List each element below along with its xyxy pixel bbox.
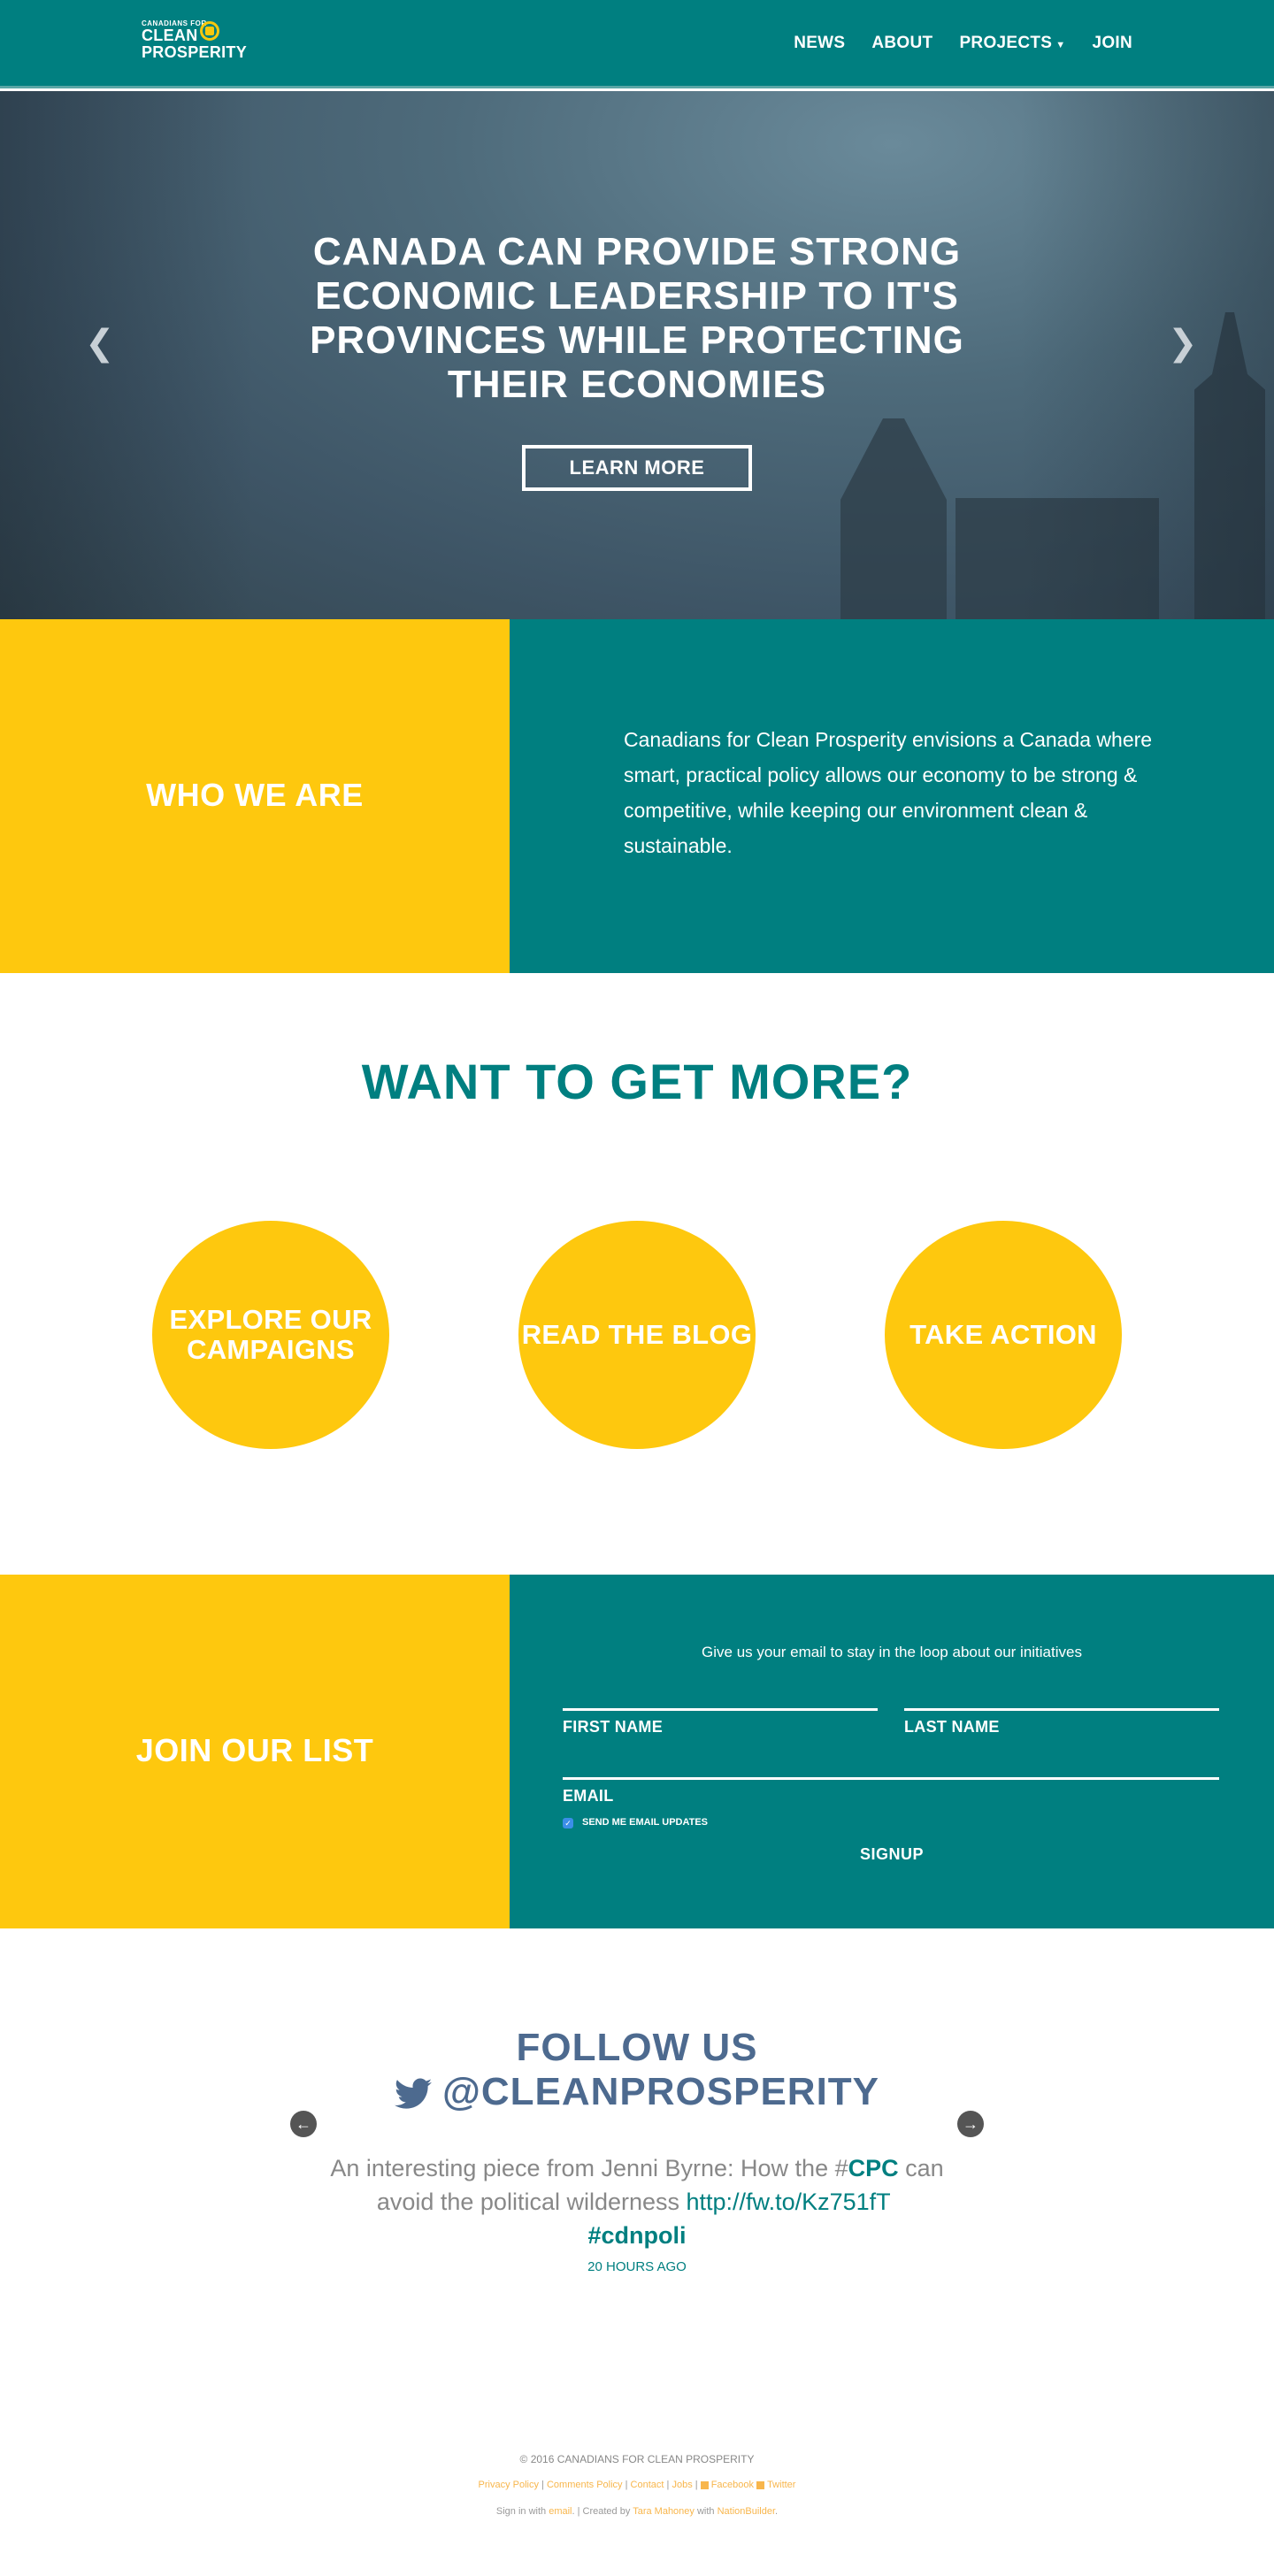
hero-carousel: ❮ ❯ CANADA CAN PROVIDE STRONG ECONOMIC L…	[0, 91, 1274, 619]
creator-link[interactable]: Tara Mahoney	[633, 2506, 695, 2517]
hero-title-line: THEIR ECONOMIES	[447, 363, 827, 406]
main-menu: NEWS ABOUT PROJECTS ▼ JOIN	[794, 34, 1132, 53]
nationbuilder-link[interactable]: NationBuilder	[718, 2506, 775, 2517]
take-action-button[interactable]: TAKE ACTION	[885, 1221, 1122, 1449]
last-name-label: LAST NAME	[904, 1718, 1000, 1736]
signup-form: Give us your email to stay in the loop a…	[510, 1575, 1274, 1928]
hashtag-cpc[interactable]: CPC	[848, 2155, 899, 2181]
want-more-heading: WANT TO GET MORE?	[361, 1054, 913, 1109]
tweet-text-pre: An interesting piece from Jenni Byrne: H…	[330, 2155, 848, 2181]
created-by-text: Created by	[582, 2506, 631, 2517]
hero-title-line: PROVINCES WHILE PROTECTING	[310, 318, 964, 362]
who-we-are-panel: WHO WE ARE	[0, 619, 510, 973]
join-list-panel: JOIN OUR LIST	[0, 1575, 510, 1928]
join-list-heading: JOIN OUR LIST	[135, 1732, 374, 1768]
signin-email-link[interactable]: email	[549, 2506, 572, 2517]
twitter-handle: @CLEANPROSPERITY	[441, 2070, 880, 2113]
hero-title-line: CANADA CAN PROVIDE STRONG	[312, 230, 962, 273]
tweet-link[interactable]: http://fw.to/Kz751fT	[687, 2189, 891, 2215]
tweet-text: An interesting piece from Jenni Byrne: H…	[327, 2151, 947, 2252]
signup-intro: Give us your email to stay in the loop a…	[702, 1644, 1082, 1660]
learn-more-button[interactable]: LEARN MORE	[522, 445, 752, 491]
top-navbar: CANADIANS FOR CLEAN PROSPERITY NEWS ABOU…	[0, 0, 1274, 88]
follow-us-heading: FOLLOW US	[516, 2026, 758, 2069]
logo-badge-icon	[200, 21, 219, 41]
hero-title: CANADA CAN PROVIDE STRONG ECONOMIC LEADE…	[0, 230, 1274, 407]
read-blog-button[interactable]: READ THE BLOG	[518, 1221, 756, 1449]
tweet-next-icon[interactable]: →	[957, 2111, 984, 2137]
facebook-icon	[700, 2480, 709, 2489]
explore-campaigns-button[interactable]: EXPLORE OUR CAMPAIGNS	[152, 1221, 389, 1449]
tweet-timestamp[interactable]: 20 HOURS AGO	[0, 2259, 1274, 2274]
email-label: EMAIL	[563, 1787, 614, 1805]
first-name-label: FIRST NAME	[563, 1718, 663, 1736]
hero-title-line: ECONOMIC LEADERSHIP TO IT'S	[315, 274, 959, 318]
contact-link[interactable]: Contact	[631, 2480, 664, 2490]
copyright: © 2016 CANADIANS FOR CLEAN PROSPERITY	[519, 2453, 755, 2465]
signup-button[interactable]: SIGNUP	[860, 1845, 924, 1864]
hashtag-cdnpoli[interactable]: #cdnpoli	[587, 2222, 686, 2249]
nav-about[interactable]: ABOUT	[871, 34, 932, 53]
last-name-field[interactable]	[904, 1675, 1219, 1711]
jobs-link[interactable]: Jobs	[672, 2480, 692, 2490]
nav-projects-label: PROJECTS	[959, 34, 1053, 52]
who-we-are-heading: WHO WE ARE	[146, 777, 364, 813]
twitter-icon	[756, 2480, 765, 2489]
email-field[interactable]	[563, 1744, 1219, 1780]
facebook-link[interactable]: Facebook	[711, 2480, 754, 2490]
logo-line1: CLEAN	[142, 27, 198, 44]
who-we-are-text: Canadians for Clean Prosperity envisions…	[624, 728, 1153, 857]
email-updates-checkbox[interactable]: ✓	[563, 1818, 573, 1828]
footer-links: Privacy Policy | Comments Policy | Conta…	[478, 2480, 796, 2490]
first-name-field[interactable]	[563, 1675, 878, 1711]
footer-credits: Sign in with email. | Created by Tara Ma…	[495, 2506, 779, 2517]
twitter-bird-icon	[394, 2078, 432, 2109]
twitter-handle-heading[interactable]: @CLEANPROSPERITY	[0, 2070, 1274, 2114]
nav-news[interactable]: NEWS	[794, 34, 845, 53]
signin-text: Sign in with	[495, 2506, 547, 2517]
tweet-prev-icon[interactable]: ←	[290, 2111, 317, 2137]
privacy-policy-link[interactable]: Privacy Policy	[479, 2480, 539, 2490]
with-text: with	[696, 2506, 715, 2517]
twitter-link[interactable]: Twitter	[767, 2480, 795, 2490]
site-logo[interactable]: CANADIANS FOR CLEAN PROSPERITY	[142, 19, 247, 61]
email-updates-label: SEND ME EMAIL UPDATES	[582, 1817, 708, 1828]
logo-line2: PROSPERITY	[142, 43, 248, 61]
comments-policy-link[interactable]: Comments Policy	[547, 2480, 623, 2490]
caret-down-icon: ▼	[1055, 40, 1066, 50]
nav-projects[interactable]: PROJECTS ▼	[959, 34, 1065, 53]
nav-join[interactable]: JOIN	[1092, 34, 1132, 53]
who-we-are-text-panel: Canadians for Clean Prosperity envisions…	[510, 619, 1274, 973]
